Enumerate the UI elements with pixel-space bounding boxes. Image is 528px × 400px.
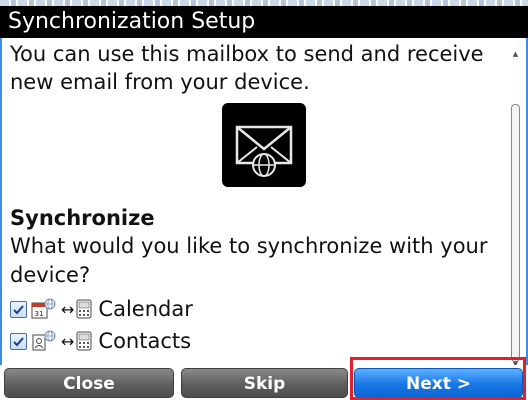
contacts-checkbox[interactable] <box>10 332 27 350</box>
scroll-up-arrow-icon[interactable]: ▲ <box>511 50 520 58</box>
calendar-checkbox[interactable] <box>10 300 27 318</box>
svg-text:31: 31 <box>35 310 44 318</box>
sync-item-contacts[interactable]: ↔ Contacts <box>10 328 191 354</box>
mailbox-envelope-icon <box>222 103 306 187</box>
window-title: Synchronization Setup <box>0 6 528 38</box>
sync-arrows-icon: ↔ <box>61 331 75 351</box>
intro-text: You can use this mailbox to send and rec… <box>10 42 484 94</box>
sync-item-calendar[interactable]: 31 ↔ Calendar <box>10 296 193 322</box>
next-button-highlight <box>350 357 526 400</box>
sync-arrows-icon: ↔ <box>61 299 75 319</box>
synchronize-heading: Synchronize <box>10 206 155 230</box>
skip-button[interactable]: Skip <box>181 368 348 398</box>
checkmark-icon <box>13 304 24 314</box>
checkmark-icon <box>13 336 24 346</box>
synchronize-question: What would you like to synchronize with … <box>10 234 488 287</box>
contacts-icon <box>31 330 57 352</box>
device-icon <box>76 299 92 319</box>
device-icon <box>76 331 92 351</box>
calendar-icon: 31 <box>31 298 57 320</box>
scroll-thumb[interactable] <box>511 104 520 362</box>
contacts-label: Contacts <box>98 329 192 353</box>
calendar-label: Calendar <box>98 297 193 321</box>
close-button[interactable]: Close <box>4 368 174 398</box>
scrollbar[interactable]: ▲ ▼ <box>511 50 520 368</box>
